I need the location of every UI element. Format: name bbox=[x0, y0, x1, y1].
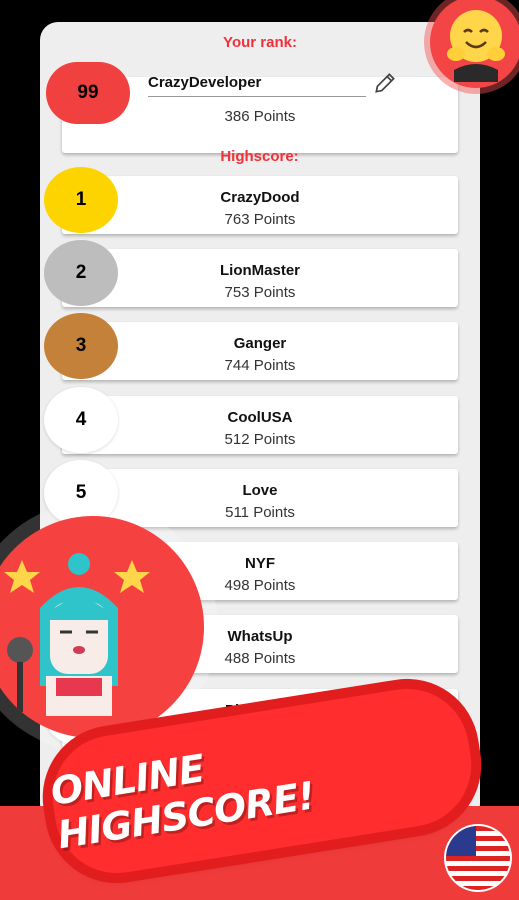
row-player-name: Ganger bbox=[233, 335, 287, 352]
row-points: 512 Points bbox=[224, 431, 296, 448]
my-points: 386 Points bbox=[224, 108, 296, 125]
player-name-field[interactable]: CrazyDeveloper bbox=[148, 74, 366, 97]
table-row[interactable]: Ganger 744 Points bbox=[62, 322, 458, 380]
table-row[interactable]: CoolUSA 512 Points bbox=[62, 396, 458, 454]
row-points: 763 Points bbox=[224, 211, 296, 228]
rank-badge: 2 bbox=[44, 240, 118, 306]
smiley-avatar-icon[interactable] bbox=[430, 0, 519, 88]
rank-badge: 4 bbox=[44, 387, 118, 453]
row-player-name: CoolUSA bbox=[227, 409, 293, 426]
row-player-name: Love bbox=[242, 482, 278, 499]
row-player-name: LionMaster bbox=[219, 262, 300, 279]
row-points: 744 Points bbox=[224, 357, 296, 374]
highscore-label: Highscore: bbox=[220, 148, 299, 165]
your-rank-label: Your rank: bbox=[223, 34, 297, 51]
pencil-icon[interactable] bbox=[372, 70, 398, 96]
row-player-name: CrazyDood bbox=[220, 189, 300, 206]
us-flag-icon[interactable] bbox=[446, 826, 510, 890]
table-row[interactable]: LionMaster 753 Points bbox=[62, 249, 458, 307]
row-points: 753 Points bbox=[224, 284, 296, 301]
rank-badge: 1 bbox=[44, 167, 118, 233]
table-row[interactable]: CrazyDood 763 Points bbox=[62, 176, 458, 234]
rank-badge: 3 bbox=[44, 313, 118, 379]
row-points: 511 Points bbox=[225, 504, 295, 521]
table-row[interactable]: Love 511 Points bbox=[62, 469, 458, 527]
